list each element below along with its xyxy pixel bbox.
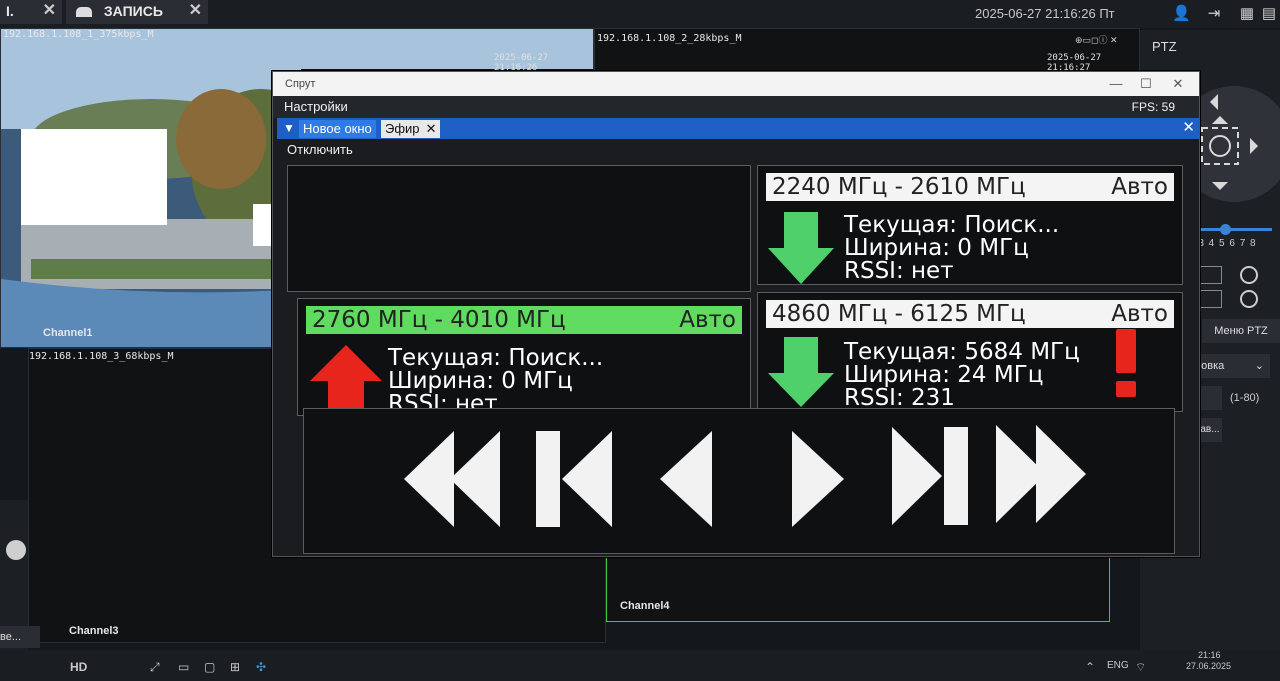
- band-mode: Авто: [1111, 301, 1168, 327]
- band-mode: Авто: [1111, 174, 1168, 200]
- camera-controls-icon[interactable]: ⊕▭◻ⓘ ✕: [1075, 33, 1118, 46]
- slider-handle[interactable]: [1220, 224, 1231, 235]
- channel-label: Channel3: [69, 625, 119, 637]
- disconnect-button[interactable]: Отключить: [287, 142, 353, 157]
- language-indicator[interactable]: ENG: [1107, 660, 1129, 671]
- grid-menu-icon[interactable]: ▦: [1238, 6, 1256, 22]
- ptz-toggle-icon[interactable]: ✣: [256, 660, 266, 674]
- clock-time: 21:16: [1198, 650, 1221, 660]
- scan-controls: [303, 408, 1175, 554]
- clock-date: 27.06.2025: [1186, 661, 1232, 671]
- nvr-left-button[interactable]: ве...: [0, 626, 40, 648]
- fast-rewind-button[interactable]: [404, 431, 504, 531]
- chevron-up-icon[interactable]: ⌃: [1085, 660, 1095, 674]
- hd-toggle[interactable]: HD: [70, 660, 87, 674]
- fast-forward-button[interactable]: [996, 425, 1096, 529]
- ptz-menu-button[interactable]: Меню PTZ: [1202, 319, 1280, 343]
- ptz-speed-slider[interactable]: [1188, 224, 1272, 235]
- tab-label: Эфир: [385, 121, 420, 136]
- band-range-header: 2240 МГц - 2610 МГц Авто: [766, 173, 1174, 201]
- window-title-bar: Спрут — ☐ ✕: [273, 72, 1199, 96]
- fullscreen-icon[interactable]: ⤢: [150, 660, 160, 675]
- layout-single-icon[interactable]: ▭: [178, 660, 189, 674]
- layout-one-icon[interactable]: ▢: [204, 660, 215, 674]
- tab-air[interactable]: Эфир ✕: [381, 120, 440, 138]
- layout-quad-icon[interactable]: ⊞: [230, 660, 240, 674]
- band-range: 2760 МГц - 4010 МГц: [312, 307, 566, 333]
- camera-label: 192.168.1.108_3_68kbps_M: [29, 351, 174, 362]
- close-icon[interactable]: ✕: [189, 0, 202, 22]
- band-panel[interactable]: 4860 МГц - 6125 МГц Авто Текущая: 5684 М…: [757, 292, 1183, 412]
- dropdown-icon[interactable]: ▼: [283, 121, 295, 135]
- more-icon[interactable]: ▤: [1260, 6, 1278, 22]
- nvr-tab-label: ЗАПИСЬ: [103, 3, 163, 19]
- alert-icon: [1116, 329, 1136, 397]
- window-title: Спрут: [285, 78, 316, 90]
- close-icon[interactable]: ✕: [426, 120, 437, 138]
- ptz-title: PTZ: [1152, 39, 1177, 54]
- settings-icon[interactable]: [1240, 290, 1258, 308]
- band-mode: Авто: [679, 307, 736, 333]
- iris-icon[interactable]: [1240, 266, 1258, 284]
- camera-label: 192.168.1.108_1_375kbps_M: [3, 29, 154, 40]
- up-arrow-icon: [310, 345, 382, 415]
- nvr-bottom-bar: HD ⤢ ▭ ▢ ⊞ ✣ ⌃ ENG ⌔ 21:16 27.06.2025: [0, 650, 1280, 681]
- band-panel[interactable]: 2240 МГц - 2610 МГц Авто Текущая: Поиск.…: [757, 165, 1183, 285]
- current-frequency: Текущая: Поиск...: [844, 212, 1060, 238]
- skip-back-button[interactable]: [536, 431, 616, 531]
- channel-label: Channel1: [43, 327, 93, 339]
- down-arrow-icon: [768, 337, 834, 407]
- camera-icon: [76, 7, 92, 18]
- skip-forward-button[interactable]: [892, 427, 972, 531]
- current-frequency: Текущая: Поиск...: [388, 345, 604, 371]
- close-icon[interactable]: ✕: [1163, 72, 1193, 96]
- logout-icon[interactable]: ⇥: [1205, 6, 1223, 22]
- band-range: 4860 МГц - 6125 МГц: [772, 301, 1026, 327]
- zoom-icon[interactable]: [1200, 290, 1222, 308]
- chevron-down-icon: ⌄: [1254, 360, 1264, 372]
- channel-label: Channel4: [620, 600, 670, 612]
- nvr-tab-main[interactable]: I. ✕: [0, 0, 62, 24]
- down-arrow-icon: [768, 212, 834, 284]
- nvr-left-panel: ве...: [0, 500, 40, 650]
- focus-icon[interactable]: [1200, 266, 1222, 284]
- rssi: RSSI: нет: [844, 258, 954, 284]
- wifi-icon: ⌔: [1135, 660, 1147, 674]
- band-range-header: 2760 МГц - 4010 МГц Авто: [306, 306, 742, 334]
- close-icon[interactable]: ✕: [1182, 118, 1195, 136]
- menu-bar: Настройки FPS: 59: [273, 96, 1199, 118]
- rssi: RSSI: 231: [844, 385, 955, 411]
- nvr-screen: I. ✕ ЗАПИСЬ ✕ 2025-06-27 21:16:26 Пт 👤 ⇥…: [0, 0, 1280, 681]
- ptz-joystick[interactable]: [1188, 86, 1280, 206]
- nvr-datetime: 2025-06-27 21:16:26 Пт: [975, 6, 1115, 21]
- record-toggle-icon[interactable]: [6, 540, 26, 560]
- preset-range: (1-80): [1230, 392, 1260, 404]
- user-icon[interactable]: 👤: [1172, 6, 1191, 22]
- camera-timestamp: 2025-06-27 21:16:27: [1047, 53, 1102, 73]
- step-forward-button[interactable]: [792, 431, 848, 531]
- empty-panel: [287, 165, 751, 292]
- tab-new-window[interactable]: Новое окно: [299, 120, 376, 138]
- nvr-top-bar: I. ✕ ЗАПИСЬ ✕ 2025-06-27 21:16:26 Пт 👤 ⇥…: [0, 0, 1280, 28]
- nvr-tab-record[interactable]: ЗАПИСЬ ✕: [66, 0, 208, 24]
- fps-counter: FPS: 59: [1131, 100, 1175, 114]
- bandwidth: Ширина: 24 МГц: [844, 362, 1044, 388]
- band-panel[interactable]: 2760 МГц - 4010 МГц Авто Текущая: Поиск.…: [297, 298, 751, 416]
- nvr-tab-label: I.: [6, 3, 14, 19]
- step-back-button[interactable]: [660, 431, 716, 531]
- current-frequency: Текущая: 5684 МГц: [844, 339, 1080, 365]
- band-range-header: 4860 МГц - 6125 МГц Авто: [766, 300, 1174, 328]
- camera-label: 192.168.1.108_2_28kbps_M: [597, 33, 742, 44]
- bandwidth: Ширина: 0 МГц: [388, 368, 573, 394]
- maximize-icon[interactable]: ☐: [1131, 72, 1161, 96]
- band-range: 2240 МГц - 2610 МГц: [772, 174, 1026, 200]
- settings-menu[interactable]: Настройки: [284, 99, 348, 114]
- tab-bar: ▼ Новое окно Эфир ✕ ✕: [277, 118, 1199, 139]
- minimize-icon[interactable]: —: [1101, 72, 1131, 96]
- camera-timestamp: 2025-06-27 21:16:26: [494, 53, 549, 73]
- sprut-window: Спрут — ☐ ✕ Настройки FPS: 59 ▼ Новое ок…: [272, 71, 1200, 557]
- bandwidth: Ширина: 0 МГц: [844, 235, 1029, 261]
- close-icon[interactable]: ✕: [43, 0, 56, 22]
